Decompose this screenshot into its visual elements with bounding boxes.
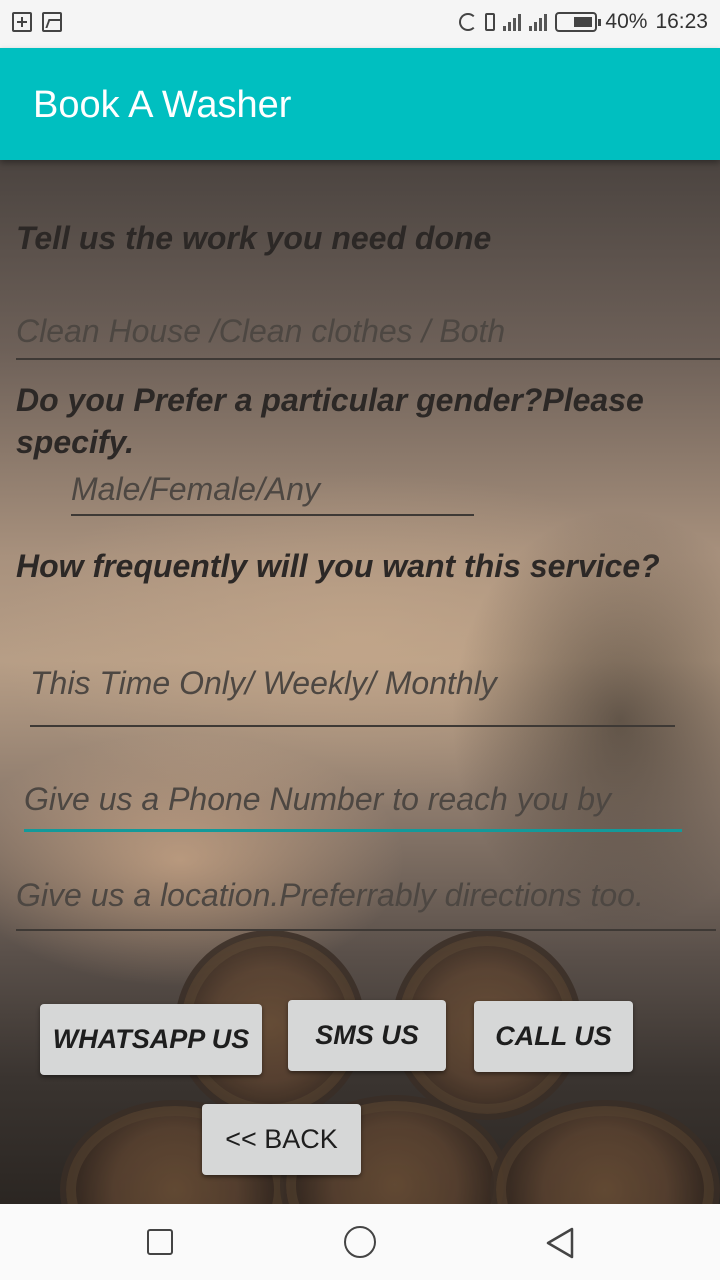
app-bar: Book A Washer [0,48,720,160]
battery-percent: 40% [605,10,648,33]
frequency-input[interactable] [30,658,675,708]
frequency-label: How frequently will you want this servic… [16,548,660,584]
frequency-underline [30,725,675,727]
location-underline [16,929,716,931]
work-input[interactable] [16,306,716,356]
background-barrel [490,1100,720,1204]
gender-input[interactable] [71,464,474,514]
call-button[interactable]: CALL US [474,1001,633,1072]
location-input[interactable] [16,870,716,920]
page-title: Book A Washer [33,84,292,126]
phone-input[interactable] [24,774,682,824]
sync-icon [459,13,478,31]
signal-icon [529,13,548,31]
whatsapp-button[interactable]: WHATSAPP US [40,1004,262,1075]
back-button[interactable]: << BACK [202,1104,361,1175]
status-bar: 40% 16:23 [0,0,720,48]
booking-form: Tell us the work you need done Do you Pr… [0,160,720,1204]
recent-apps-icon[interactable] [147,1229,173,1255]
gender-label: Do you Prefer a particular gender?Please… [16,382,644,460]
work-label: Tell us the work you need done [16,220,492,256]
screenshot-icon [42,12,62,32]
phone-underline [24,829,682,832]
battery-saver-icon [12,12,32,32]
battery-icon [555,12,602,32]
sms-button[interactable]: SMS US [288,1000,446,1071]
vibrate-icon [485,13,496,31]
home-icon[interactable] [344,1226,376,1258]
navigation-bar [0,1204,720,1280]
signal-icon [503,13,522,31]
clock: 16:23 [655,10,708,33]
work-underline [16,358,720,360]
gender-underline [71,514,474,516]
